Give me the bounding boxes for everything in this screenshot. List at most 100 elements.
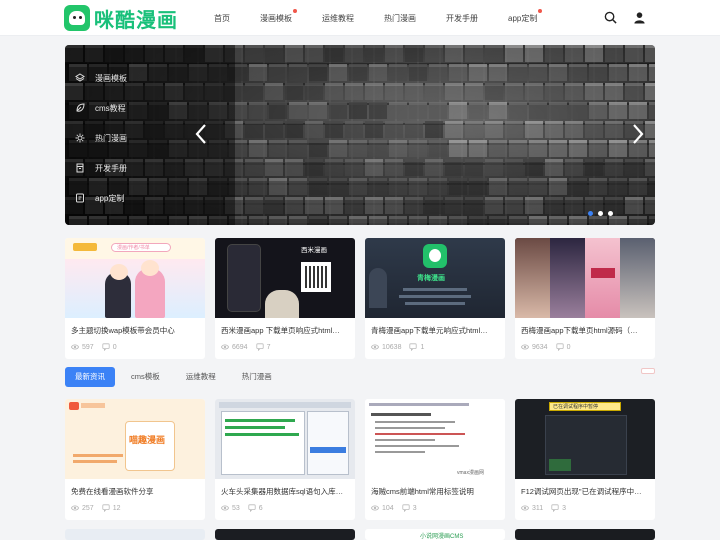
eye-icon xyxy=(521,344,529,350)
news-card-row: 喵趣漫画 免费在线看漫画软件分享 257 12 火车头采集器用数据库sql语句入库时… 5… xyxy=(65,399,655,520)
view-count: 6694 xyxy=(232,343,248,351)
comment-icon xyxy=(409,343,418,351)
content-card[interactable]: 已在调试程序中暂停 F12调试网页出现"已在调试程序中暂… 311 3 xyxy=(515,399,655,520)
card-title[interactable]: 西梅漫画app下载单页html源码（… xyxy=(515,318,655,337)
card-title[interactable]: 西米漫画app 下载单页响应式html… xyxy=(215,318,355,337)
content-card[interactable]: 火车头采集器用数据库sql语句入库时… 53 6 xyxy=(215,399,355,520)
banner-menu-item-4[interactable]: app定制 xyxy=(65,183,195,213)
banner-menu-label: 热门漫画 xyxy=(95,133,127,143)
nav-item-3[interactable]: 热门漫画 xyxy=(384,13,416,24)
slide-dot-1[interactable] xyxy=(598,211,603,216)
next-slide-arrow[interactable] xyxy=(631,123,645,145)
card-title[interactable]: F12调试网页出现"已在调试程序中暂… xyxy=(515,479,655,498)
template-card-row: 漫画/作者/书单 多主题切换wap模板带会员中心 597 0 西米漫画西米漫画app 下… xyxy=(65,238,655,359)
book-icon xyxy=(76,163,84,173)
more-button[interactable] xyxy=(641,368,655,374)
content-card[interactable]: 漫画/作者/书单 多主题切换wap模板带会员中心 597 0 xyxy=(65,238,205,359)
tab-list: 最新资讯 cms模板 运维教程 热门漫画 xyxy=(65,367,288,387)
banner-menu-item-3[interactable]: 开发手册 xyxy=(65,153,195,183)
slide-dots xyxy=(588,211,613,216)
comment-icon xyxy=(555,343,564,351)
banner-menu-label: 开发手册 xyxy=(95,163,127,173)
card-thumbnail[interactable]: 青梅漫画 xyxy=(365,238,505,318)
banner-menu-label: app定制 xyxy=(95,193,125,203)
content-card[interactable]: 青梅漫画青梅漫画app下载单元响应式html… 10638 1 xyxy=(365,238,505,359)
comment-count: 1 xyxy=(420,343,425,351)
view-count: 10638 xyxy=(382,343,402,351)
banner-menu-item-1[interactable]: cms教程 xyxy=(65,93,195,123)
comment-icon xyxy=(102,504,110,512)
content-card[interactable]: 喵趣漫画 免费在线看漫画软件分享 257 12 xyxy=(65,399,205,520)
comment-count: 7 xyxy=(266,343,271,351)
card-meta: 9634 0 xyxy=(515,337,655,351)
card-meta: 10638 1 xyxy=(365,337,505,351)
thumb-caption: 青梅漫画 xyxy=(417,275,445,282)
banner-menu-item-0[interactable]: 漫画模板 xyxy=(65,63,195,93)
content-card[interactable]: 西米漫画西米漫画app 下载单页响应式html… 6694 7 xyxy=(215,238,355,359)
slide-dot-0[interactable] xyxy=(588,211,593,216)
card-thumbnail[interactable]: 漫画/作者/书单 xyxy=(65,238,205,318)
content-card[interactable] xyxy=(215,529,355,540)
card-thumbnail[interactable] xyxy=(215,399,355,479)
eye-icon xyxy=(221,505,229,511)
comment-icon xyxy=(255,343,264,351)
view-count: 257 xyxy=(82,504,94,512)
prev-slide-arrow[interactable] xyxy=(194,123,208,145)
card-thumbnail[interactable]: vmax漫画网 xyxy=(365,399,505,479)
card-title[interactable]: 火车头采集器用数据库sql语句入库时… xyxy=(215,479,355,498)
eye-icon xyxy=(521,505,529,511)
comment-count: 0 xyxy=(112,343,117,351)
nav-item-4[interactable]: 开发手册 xyxy=(446,13,478,24)
card-title[interactable]: 青梅漫画app下载单元响应式html… xyxy=(365,318,505,337)
thumb-caption: 西米漫画 xyxy=(301,247,327,254)
card-meta: 597 0 xyxy=(65,337,205,351)
banner-menu-item-2[interactable]: 热门漫画 xyxy=(65,123,195,153)
comment-icon xyxy=(551,504,559,512)
tab-2[interactable]: 运维教程 xyxy=(176,367,226,387)
news-card-row-partial: 小说网漫画CMS xyxy=(65,529,655,540)
card-thumbnail[interactable]: 西米漫画 xyxy=(215,238,355,318)
main-nav: 首页 漫画模板 运维教程 热门漫画 开发手册 app定制 xyxy=(214,0,567,36)
user-icon[interactable] xyxy=(633,11,646,24)
thumb-caption: vmax漫画网 xyxy=(457,470,484,476)
card-thumbnail[interactable]: 已在调试程序中暂停 xyxy=(515,399,655,479)
thumb-caption: 小说网漫画CMS xyxy=(420,534,464,540)
content-card[interactable] xyxy=(65,529,205,540)
view-count: 597 xyxy=(82,343,94,351)
card-meta: 6694 7 xyxy=(215,337,355,351)
card-meta: 53 6 xyxy=(215,498,355,512)
comment-count: 0 xyxy=(566,343,571,351)
tab-1[interactable]: cms模板 xyxy=(121,367,170,387)
content-card[interactable]: vmax漫画网 海贼cms前端html常用标签说明 104 3 xyxy=(365,399,505,520)
search-icon[interactable] xyxy=(604,11,617,24)
card-thumbnail[interactable]: 喵趣漫画 xyxy=(65,399,205,479)
content-card[interactable] xyxy=(515,529,655,540)
banner-menu-label: cms教程 xyxy=(95,103,126,113)
nav-item-0[interactable]: 首页 xyxy=(214,13,230,24)
card-title[interactable]: 海贼cms前端html常用标签说明 xyxy=(365,479,505,498)
nav-item-1[interactable]: 漫画模板 xyxy=(260,8,297,24)
site-logo[interactable]: 咪酷漫画 xyxy=(64,4,178,32)
card-title[interactable]: 多主题切换wap模板带会员中心 xyxy=(65,318,205,337)
layers-icon xyxy=(75,73,85,82)
comment-icon xyxy=(102,343,110,351)
card-meta: 257 12 xyxy=(65,498,205,512)
site-header: 咪酷漫画 首页 漫画模板 运维教程 热门漫画 开发手册 app定制 xyxy=(0,0,720,36)
news-tabs: 最新资讯 cms模板 运维教程 热门漫画 xyxy=(65,367,655,387)
card-title[interactable]: 免费在线看漫画软件分享 xyxy=(65,479,205,498)
content-card[interactable]: 小说网漫画CMS xyxy=(365,529,505,540)
comment-icon xyxy=(402,504,410,512)
tab-3[interactable]: 热门漫画 xyxy=(232,367,282,387)
comment-count: 3 xyxy=(412,504,417,512)
tab-0[interactable]: 最新资讯 xyxy=(65,367,115,387)
nav-item-2[interactable]: 运维教程 xyxy=(322,13,354,24)
slide-dot-2[interactable] xyxy=(608,211,613,216)
content-card[interactable]: 西梅漫画app下载单页html源码（… 9634 0 xyxy=(515,238,655,359)
nav-item-5[interactable]: app定制 xyxy=(508,8,543,24)
card-thumbnail[interactable] xyxy=(515,238,655,318)
logo-mark xyxy=(64,5,90,31)
sun-icon xyxy=(75,133,85,143)
thumb-caption: 已在调试程序中暂停 xyxy=(553,404,599,410)
hero-banner[interactable]: 漫画模板 cms教程热门漫画开发手册 app定制 xyxy=(65,45,655,225)
eye-icon xyxy=(71,344,79,350)
